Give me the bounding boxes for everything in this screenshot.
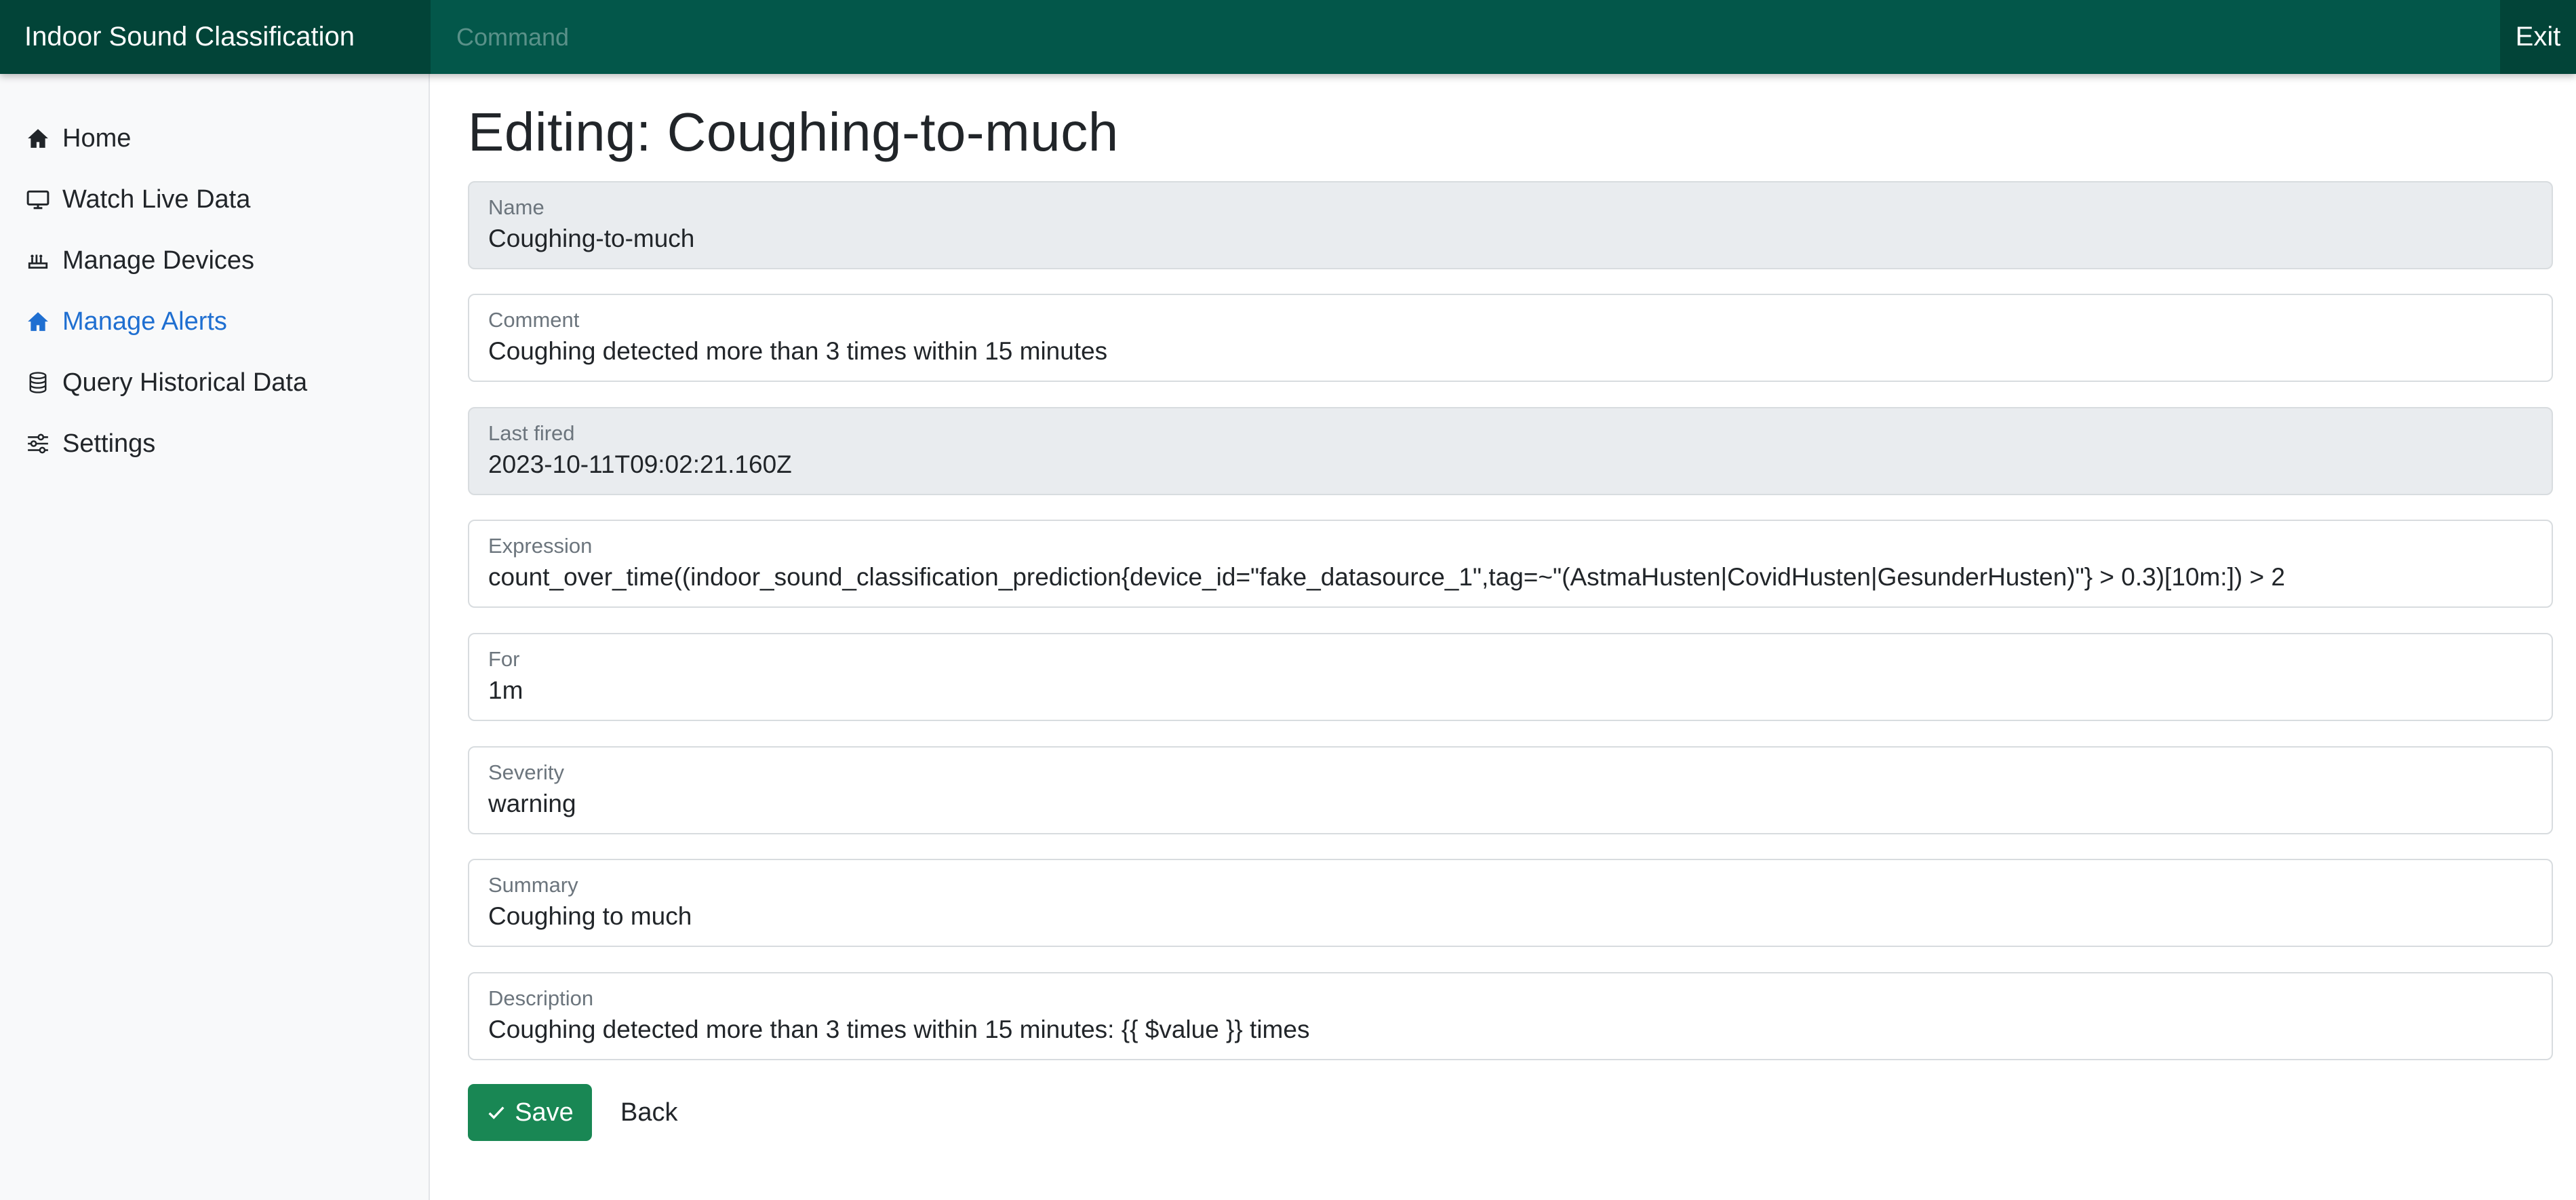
command-input[interactable] <box>431 0 2500 74</box>
sidebar-item-settings[interactable]: Settings <box>0 413 429 474</box>
last-fired-label: Last fired <box>488 421 575 445</box>
sidebar-item-label: Query Historical Data <box>62 368 308 397</box>
top-navbar: Indoor Sound Classification Exit <box>0 0 2576 74</box>
sidebar-item-manage-devices[interactable]: Manage Devices <box>0 230 429 291</box>
comment-input[interactable] <box>488 337 2533 366</box>
sliders-icon <box>24 430 52 457</box>
expression-field[interactable]: Expression <box>468 520 2553 608</box>
app-brand[interactable]: Indoor Sound Classification <box>0 0 431 74</box>
last-fired-field[interactable]: Last fired <box>468 407 2553 495</box>
comment-label: Comment <box>488 308 580 332</box>
monitor-icon <box>24 186 52 213</box>
severity-label: Severity <box>488 760 564 784</box>
database-icon <box>24 369 52 396</box>
alerts-home-icon <box>24 308 52 335</box>
description-input[interactable] <box>488 1015 2533 1045</box>
sidebar-item-label: Home <box>62 123 132 153</box>
sidebar-item-label: Watch Live Data <box>62 185 251 214</box>
for-label: For <box>488 647 520 671</box>
page-title: Editing: Coughing-to-much <box>468 102 1119 162</box>
name-field[interactable]: Name <box>468 181 2553 269</box>
sidebar: Home Watch Live Data Manage Devices Mana… <box>0 74 430 1200</box>
severity-input[interactable] <box>488 790 2533 819</box>
save-button[interactable]: Save <box>468 1084 592 1141</box>
sidebar-item-label: Settings <box>62 429 156 458</box>
exit-button[interactable]: Exit <box>2500 0 2576 74</box>
summary-field[interactable]: Summary <box>468 859 2553 947</box>
last-fired-input[interactable] <box>488 450 2533 480</box>
expression-label: Expression <box>488 534 593 558</box>
name-label: Name <box>488 195 544 219</box>
sidebar-item-manage-alerts[interactable]: Manage Alerts <box>0 291 429 352</box>
devices-icon <box>24 247 52 274</box>
severity-field[interactable]: Severity <box>468 746 2553 834</box>
description-label: Description <box>488 986 594 1010</box>
name-input[interactable] <box>488 225 2533 254</box>
sidebar-item-watch-live-data[interactable]: Watch Live Data <box>0 169 429 230</box>
comment-field[interactable]: Comment <box>468 294 2553 382</box>
back-button[interactable]: Back <box>607 1084 691 1141</box>
home-icon <box>24 125 52 152</box>
summary-label: Summary <box>488 873 578 897</box>
expression-input[interactable] <box>488 563 2533 592</box>
save-label: Save <box>515 1098 574 1127</box>
sidebar-item-home[interactable]: Home <box>0 108 429 169</box>
description-field[interactable]: Description <box>468 972 2553 1060</box>
sidebar-item-label: Manage Devices <box>62 246 255 275</box>
check-icon <box>486 1102 507 1123</box>
sidebar-item-query-historical-data[interactable]: Query Historical Data <box>0 352 429 413</box>
for-field[interactable]: For <box>468 633 2553 721</box>
sidebar-item-label: Manage Alerts <box>62 307 227 336</box>
for-input[interactable] <box>488 676 2533 705</box>
summary-input[interactable] <box>488 902 2533 931</box>
